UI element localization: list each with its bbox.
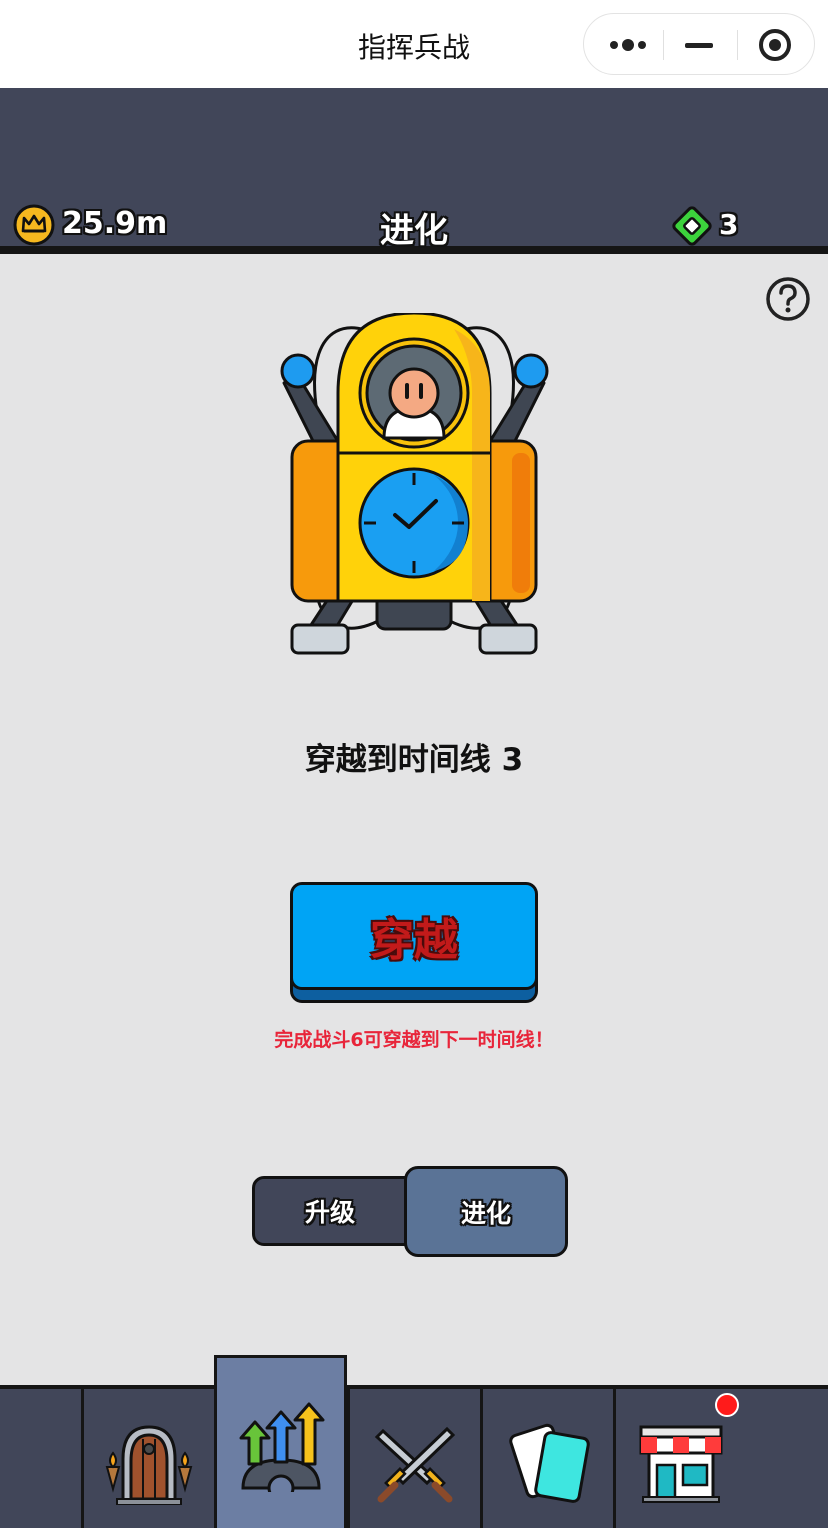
capsule-divider: [737, 30, 738, 60]
travel-requirement-warning: 完成战斗6可穿越到下一时间线！: [274, 1029, 554, 1051]
timeline-label: 穿越到时间线 3: [304, 742, 524, 778]
time-travel-button-label: 穿越: [370, 915, 458, 966]
more-icon[interactable]: [608, 35, 648, 55]
crossed-swords-icon: [374, 1426, 456, 1503]
time-travel-button[interactable]: 穿越: [290, 882, 538, 990]
nav-cards[interactable]: [480, 1389, 613, 1528]
capsule-divider: [663, 30, 664, 60]
nav-battle[interactable]: [347, 1389, 480, 1528]
gem-icon: [672, 206, 712, 246]
evolve-arrows-icon: [239, 1402, 324, 1492]
shop-icon: [639, 1425, 723, 1503]
minimize-icon[interactable]: [685, 43, 713, 48]
time-machine-illustration: [280, 313, 549, 655]
tab-evolve-label: 进化: [460, 1198, 511, 1228]
nav-castle[interactable]: [81, 1389, 214, 1528]
tab-upgrade-label: 升级: [304, 1198, 355, 1227]
close-target-icon[interactable]: [759, 29, 791, 61]
capsule-menu: [583, 13, 815, 75]
tab-upgrade[interactable]: 升级: [252, 1176, 422, 1246]
gem-count: 3: [719, 208, 739, 241]
tab-evolve[interactable]: 进化: [404, 1166, 568, 1257]
castle-door-icon: [105, 1425, 193, 1505]
window-titlebar: 指挥兵战: [0, 0, 828, 88]
shop-notification-badge: [715, 1393, 739, 1417]
help-icon[interactable]: [765, 276, 811, 322]
cards-icon: [509, 1423, 590, 1503]
nav-evolve[interactable]: [214, 1355, 347, 1528]
